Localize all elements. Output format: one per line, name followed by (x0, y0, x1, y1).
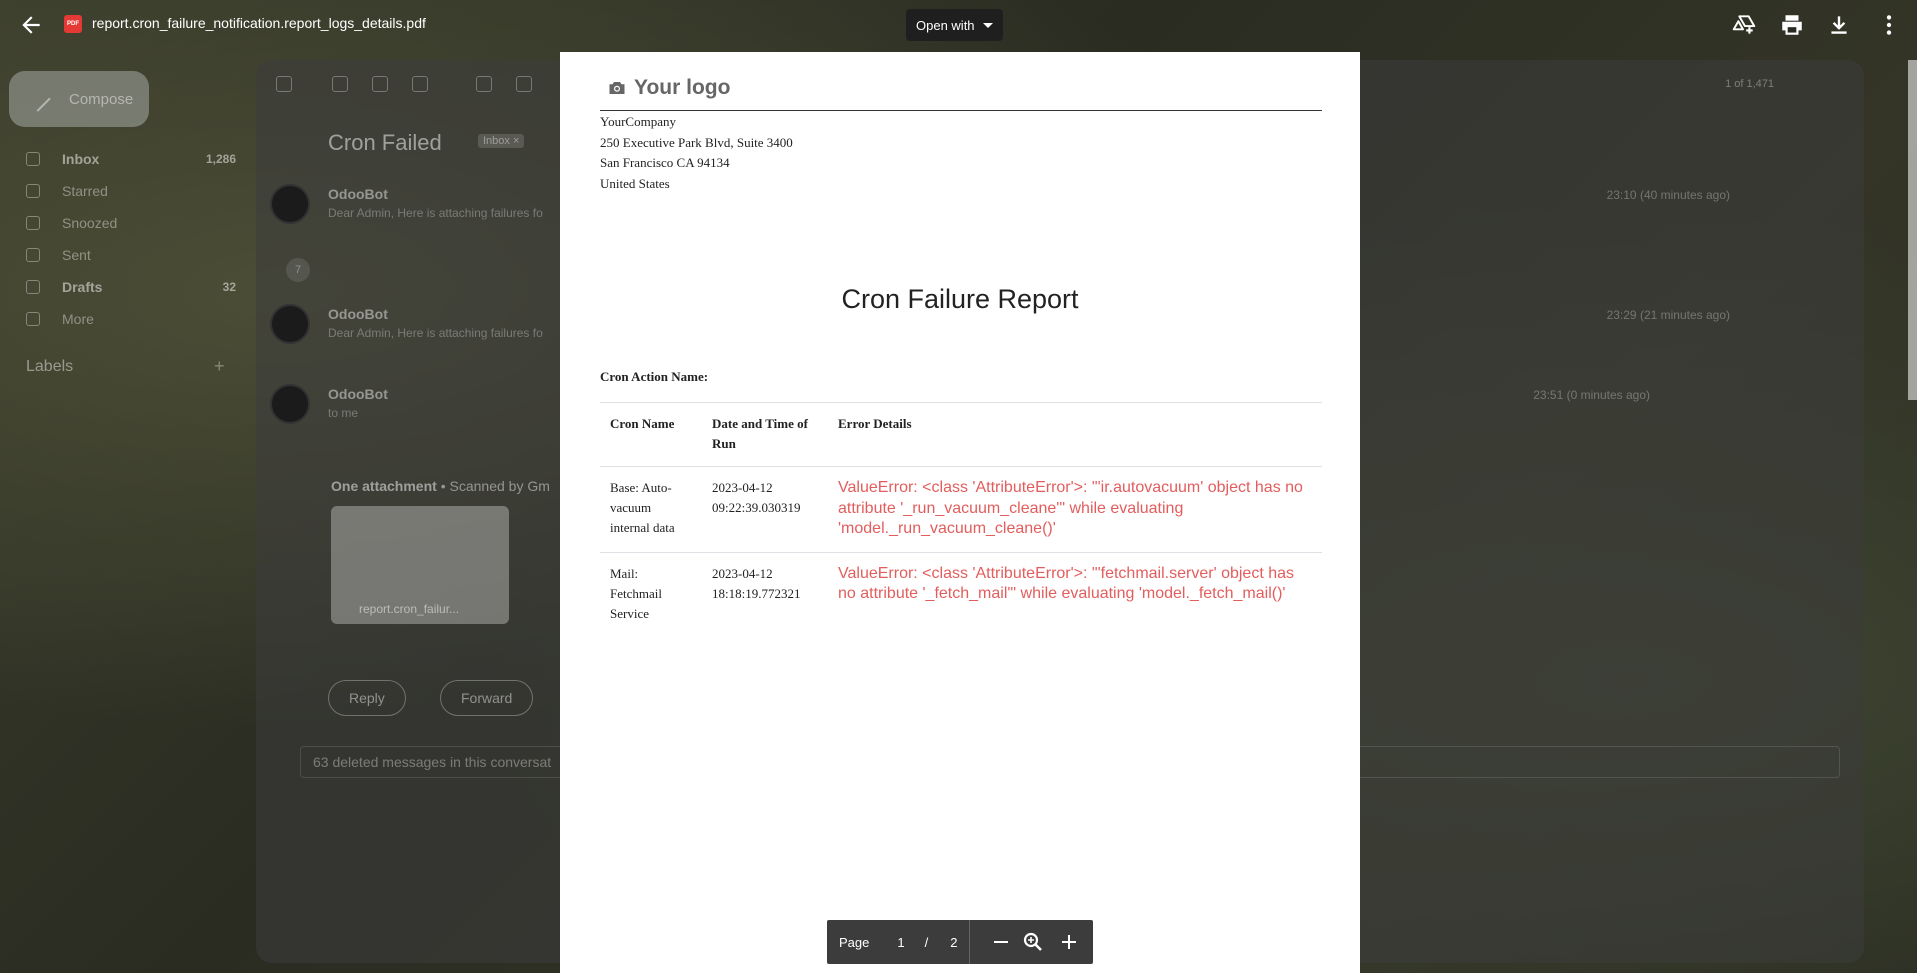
sidebar-item-inbox: Inbox 1,286 (26, 147, 236, 171)
controls-divider (969, 920, 970, 964)
cron-failure-table: Cron Name Date and Time of Run Error Det… (600, 402, 1322, 636)
zoom-out-icon[interactable] (989, 930, 1013, 954)
mail-icon (476, 76, 492, 92)
chevron-down-icon (26, 312, 40, 326)
star-icon (26, 184, 40, 198)
clock-icon (516, 76, 532, 92)
table-row: Base: Auto-vacuum internal data 2023-04-… (600, 466, 1322, 552)
print-icon[interactable] (1779, 12, 1805, 38)
archive-icon (332, 76, 348, 92)
inbox-badge: Inbox × (478, 134, 525, 148)
zoom-icon[interactable] (1021, 930, 1045, 954)
viewer-topbar: PDF report.cron_failure_notification.rep… (0, 0, 1917, 50)
gmail-sidebar: Compose Inbox 1,286 Starred Snoozed Sent … (0, 56, 250, 973)
avatar (270, 384, 310, 424)
column-header: Error Details (828, 402, 1322, 467)
attachment-thumbnail: report.cron_failur... (331, 506, 509, 624)
avatar (270, 304, 310, 344)
back-arrow-icon[interactable] (18, 12, 44, 38)
forward-button: Forward (440, 680, 534, 716)
pencil-icon (25, 86, 51, 112)
logo-text: Your logo (634, 76, 731, 99)
pdf-file-icon: PDF (64, 15, 82, 33)
header-divider (600, 110, 1322, 111)
error-details: ValueError: <class 'AttributeError'>: "'… (828, 551, 1322, 636)
clock-icon (26, 216, 40, 230)
table-header-row: Cron Name Date and Time of Run Error Det… (600, 402, 1322, 467)
sidebar-item-more: More (26, 307, 236, 331)
current-page-input[interactable]: 1 (897, 935, 904, 950)
avatar (270, 184, 310, 224)
download-icon[interactable] (1826, 12, 1852, 38)
cron-name: Base: Auto-vacuum internal data (600, 466, 702, 552)
page-label: Page (839, 934, 870, 950)
camera-icon (609, 82, 625, 94)
file-title: report.cron_failure_notification.report_… (92, 15, 426, 31)
more-vert-icon[interactable] (1876, 12, 1902, 38)
open-with-button[interactable]: Open with (906, 9, 1003, 41)
pager-count: 1 of 1,471 (1725, 78, 1774, 90)
zoom-in-icon[interactable] (1057, 930, 1081, 954)
email-subject: Cron Failed (328, 130, 442, 155)
table-row: Mail: Fetchmail Service 2023-04-12 18:18… (600, 551, 1322, 636)
attachment-heading: One attachment • Scanned by Gm (331, 478, 550, 494)
company-address: YourCompany 250 Executive Park Blvd, Sui… (600, 114, 793, 191)
sidebar-item-drafts: Drafts 32 (26, 275, 236, 299)
draft-icon (26, 280, 40, 294)
dropdown-arrow-icon (982, 22, 993, 28)
labels-heading: Labels (26, 358, 74, 375)
cron-name: Mail: Fetchmail Service (600, 551, 702, 636)
compose-button: Compose (9, 71, 149, 127)
company-logo: Your logo (608, 76, 730, 100)
send-icon (26, 248, 40, 262)
add-to-drive-icon[interactable] (1731, 12, 1757, 38)
reply-button: Reply (328, 680, 406, 716)
error-details: ValueError: <class 'AttributeError'>: "'… (828, 466, 1322, 552)
trash-icon (412, 76, 428, 92)
scrollbar[interactable] (1908, 60, 1917, 400)
pdf-page: Your logo YourCompany 250 Executive Park… (560, 52, 1360, 973)
sidebar-item-starred: Starred (26, 179, 236, 203)
cron-action-label: Cron Action Name: (600, 369, 709, 384)
total-pages: 2 (950, 934, 958, 950)
column-header: Cron Name (600, 402, 702, 467)
run-datetime: 2023-04-12 18:18:19.772321 (702, 551, 828, 636)
report-title: Cron Failure Report (841, 284, 1079, 314)
page-separator: / (924, 934, 929, 950)
compose-label: Compose (69, 90, 134, 108)
sidebar-item-sent: Sent (26, 243, 236, 267)
report-icon (372, 76, 388, 92)
page-controls: Page 1 / 2 (827, 920, 1093, 964)
collapsed-count: 7 (286, 258, 310, 282)
plus-icon: + (214, 356, 225, 376)
back-arrow-icon (276, 76, 292, 92)
run-datetime: 2023-04-12 09:22:39.030319 (702, 466, 828, 552)
column-header: Date and Time of Run (702, 402, 828, 467)
sidebar-item-snoozed: Snoozed (26, 211, 236, 235)
inbox-icon (26, 152, 40, 166)
